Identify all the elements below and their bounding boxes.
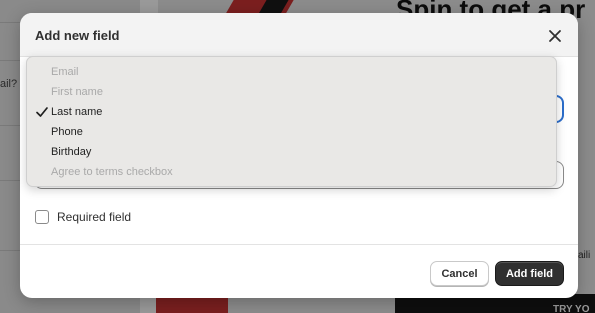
field-type-dropdown: Email First name Last name Phone Birthda… xyxy=(26,56,557,187)
cancel-button[interactable]: Cancel xyxy=(430,261,489,286)
option-phone[interactable]: Phone xyxy=(27,122,556,142)
option-label: Birthday xyxy=(51,146,92,158)
close-button[interactable] xyxy=(545,26,565,46)
modal-header: Add new field xyxy=(20,13,578,57)
option-agree-to-terms: Agree to terms checkbox xyxy=(27,162,556,182)
required-field-label: Required field xyxy=(57,210,132,224)
option-label: Agree to terms checkbox xyxy=(51,166,173,178)
option-birthday[interactable]: Birthday xyxy=(27,142,556,162)
option-label: Last name xyxy=(51,106,103,118)
background-text: TRY YO xyxy=(553,304,590,313)
option-label: First name xyxy=(51,86,103,98)
required-field-checkbox[interactable] xyxy=(35,210,49,224)
option-label: Email xyxy=(51,66,79,78)
option-email: Email xyxy=(27,62,556,82)
modal-footer: Cancel Add field xyxy=(20,244,578,298)
checkmark-icon xyxy=(36,107,48,117)
close-icon xyxy=(549,30,561,42)
background-text: aili xyxy=(578,250,591,261)
add-field-button[interactable]: Add field xyxy=(495,261,564,286)
background-text: ail? xyxy=(0,78,18,90)
option-last-name[interactable]: Last name xyxy=(27,102,556,122)
modal-title: Add new field xyxy=(35,28,120,43)
option-first-name: First name xyxy=(27,82,556,102)
option-label: Phone xyxy=(51,126,83,138)
required-field-row[interactable]: Required field xyxy=(35,209,131,225)
